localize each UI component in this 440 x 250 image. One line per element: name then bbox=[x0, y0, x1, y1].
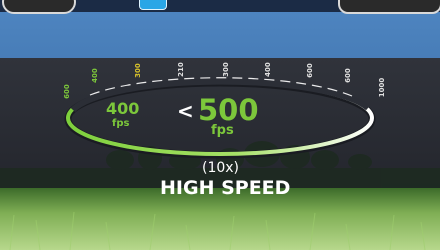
decrease-arrow[interactable]: < bbox=[177, 101, 194, 121]
dial-tick[interactable]: 600 bbox=[306, 63, 314, 78]
dial-tick[interactable]: 600 bbox=[344, 68, 352, 83]
top-controls bbox=[0, 0, 440, 14]
dial-tick[interactable]: 210 bbox=[177, 62, 185, 77]
dial-tick[interactable]: 400 bbox=[264, 62, 272, 77]
dial-tick[interactable]: 400 bbox=[91, 68, 99, 83]
camera-screen: 600 400 300 210 300 400 600 600 1000 400… bbox=[0, 0, 440, 250]
dial-tick[interactable]: 1000 bbox=[378, 78, 386, 97]
mode-label: HIGH SPEED bbox=[160, 177, 291, 199]
mode-indicator-button[interactable] bbox=[139, 0, 167, 10]
previous-fps-value: 400 bbox=[106, 99, 140, 118]
previous-fps-unit: fps bbox=[112, 118, 130, 129]
current-fps-value: 500 bbox=[198, 93, 259, 127]
menu-button[interactable] bbox=[2, 0, 76, 14]
dial-tick[interactable]: 300 bbox=[134, 63, 142, 78]
settings-button[interactable] bbox=[338, 0, 440, 14]
current-fps-unit: fps bbox=[211, 123, 234, 138]
dial-tick[interactable]: 600 bbox=[63, 84, 71, 99]
dial-tick[interactable]: 300 bbox=[222, 62, 230, 77]
speed-multiplier: (10x) bbox=[202, 160, 240, 176]
